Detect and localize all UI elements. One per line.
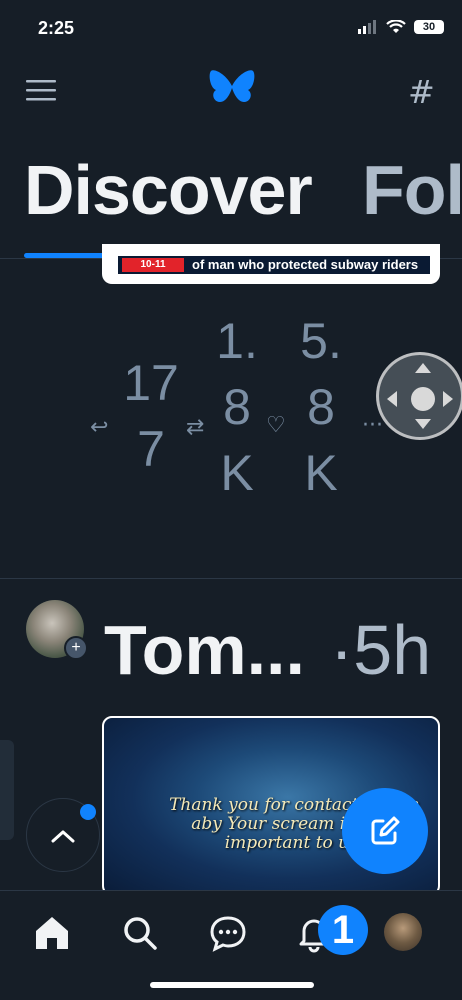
status-icons: 30 xyxy=(358,20,444,34)
more-options-icon[interactable]: ··· xyxy=(362,413,383,438)
chat-icon[interactable] xyxy=(208,913,248,953)
post-time: ·5h xyxy=(330,611,432,689)
repost-count: 1. 8 K xyxy=(216,313,258,501)
heart-icon[interactable]: ♡ xyxy=(266,413,286,438)
dpad-left-icon xyxy=(387,391,397,407)
home-indicator xyxy=(150,982,314,988)
profile-avatar[interactable] xyxy=(384,913,422,951)
post-divider xyxy=(0,578,462,579)
home-icon[interactable] xyxy=(32,913,72,953)
follow-plus-icon[interactable]: + xyxy=(64,636,88,660)
compose-button[interactable] xyxy=(342,788,428,874)
tab-discover[interactable]: Discover xyxy=(24,150,313,230)
post-image[interactable]: of man who protected subway riders 10-11 xyxy=(102,244,440,284)
author-name[interactable]: Tom... xyxy=(104,610,305,690)
battery-indicator: 30 xyxy=(414,20,444,34)
dpad-right-icon xyxy=(443,391,453,407)
compose-icon xyxy=(371,816,400,845)
edge-handle[interactable] xyxy=(0,740,14,840)
assistive-touch-dpad[interactable] xyxy=(376,352,462,440)
dpad-down-icon xyxy=(415,419,431,429)
new-posts-dot xyxy=(80,804,96,820)
tab-following[interactable]: Fol xyxy=(362,150,462,230)
butterfly-logo xyxy=(209,70,255,102)
repost-icon[interactable]: ⇄ xyxy=(186,415,204,440)
dpad-up-icon xyxy=(415,363,431,373)
dpad-center xyxy=(411,387,435,411)
signal-icon xyxy=(358,20,376,34)
reply-icon[interactable]: ↩ xyxy=(90,415,108,440)
notification-badge: 1 xyxy=(318,905,368,955)
image-date-badge: 10-11 xyxy=(122,258,184,272)
reply-count: 17 7 xyxy=(123,355,179,477)
menu-icon[interactable] xyxy=(26,78,56,102)
like-count: 5. 8 K xyxy=(300,313,342,501)
search-icon[interactable] xyxy=(120,913,160,953)
wifi-icon xyxy=(386,20,406,33)
status-time: 2:25 xyxy=(38,18,75,38)
chevron-up-icon xyxy=(51,830,75,843)
hashtag-icon[interactable]: # xyxy=(408,73,435,111)
